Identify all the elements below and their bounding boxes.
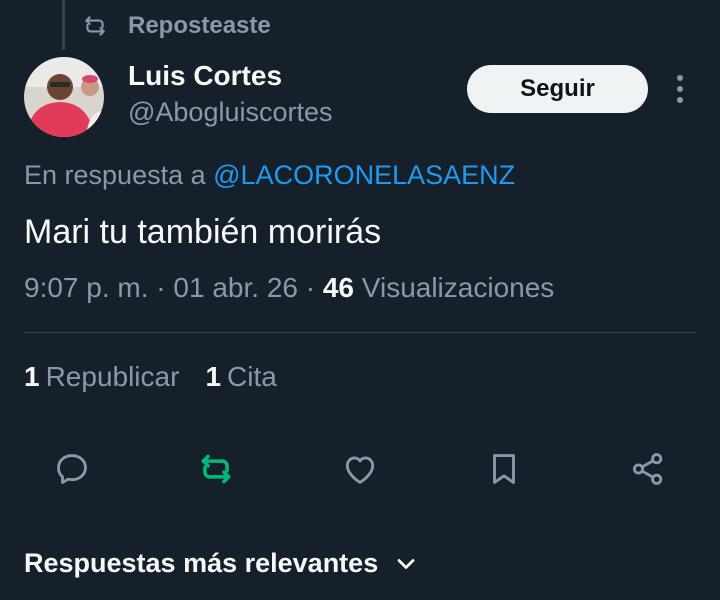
reply-mention-link[interactable]: @LACORONELASAENZ [213,160,515,190]
share-button[interactable] [626,447,670,491]
like-button[interactable] [338,447,382,491]
avatar[interactable] [24,57,104,137]
tweet-time[interactable]: 9:07 p. m. [24,272,149,303]
quotes-label: Cita [227,361,277,392]
follow-button[interactable]: Seguir [467,65,648,113]
reply-context: En respuesta a @LACORONELASAENZ [24,160,515,191]
author-handle[interactable]: @Abogluiscortes [128,97,333,128]
tweet-detail: Reposteaste Luis Cortes @Abogluiscortes … [0,0,720,600]
reposts-stat[interactable]: 1 Republicar [24,361,179,393]
tweet-text: Mari tu también morirás [24,213,382,251]
reply-button[interactable] [50,447,94,491]
reply-icon [57,454,87,484]
engagement-stats: 1 Republicar 1 Cita [24,361,277,393]
repost-banner: Reposteaste [82,10,271,42]
reply-context-prefix: En respuesta a [24,160,206,190]
reposts-label: Republicar [45,361,180,392]
share-icon [632,453,663,485]
repost-button[interactable] [194,447,238,491]
tweet-meta: 9:07 p. m. · 01 abr. 26 · 46 Visualizaci… [24,272,554,304]
repost-icon [201,454,231,484]
reposts-count: 1 [24,361,40,392]
replies-sort-dropdown[interactable]: Respuestas más relevantes [24,548,420,579]
more-options-icon[interactable] [670,72,690,106]
divider [24,332,696,333]
repost-icon [85,16,105,36]
action-bar [0,447,720,491]
bookmark-button[interactable] [482,447,526,491]
thread-line [62,0,65,50]
replies-sort-label: Respuestas más relevantes [24,548,379,578]
tweet-date[interactable]: 01 abr. 26 [173,272,298,303]
author-name[interactable]: Luis Cortes [128,60,282,92]
meta-separator: · [156,272,174,303]
chevron-down-icon [397,558,415,569]
meta-separator: · [305,272,323,303]
repost-banner-label: Reposteaste [128,12,271,39]
bookmark-icon [493,454,515,484]
quotes-count: 1 [205,361,222,392]
avatar-image [24,57,104,137]
quotes-stat[interactable]: 1 Cita [205,361,276,393]
like-icon [345,456,375,484]
views-label: Visualizaciones [361,272,555,303]
views-count: 46 [322,272,355,303]
